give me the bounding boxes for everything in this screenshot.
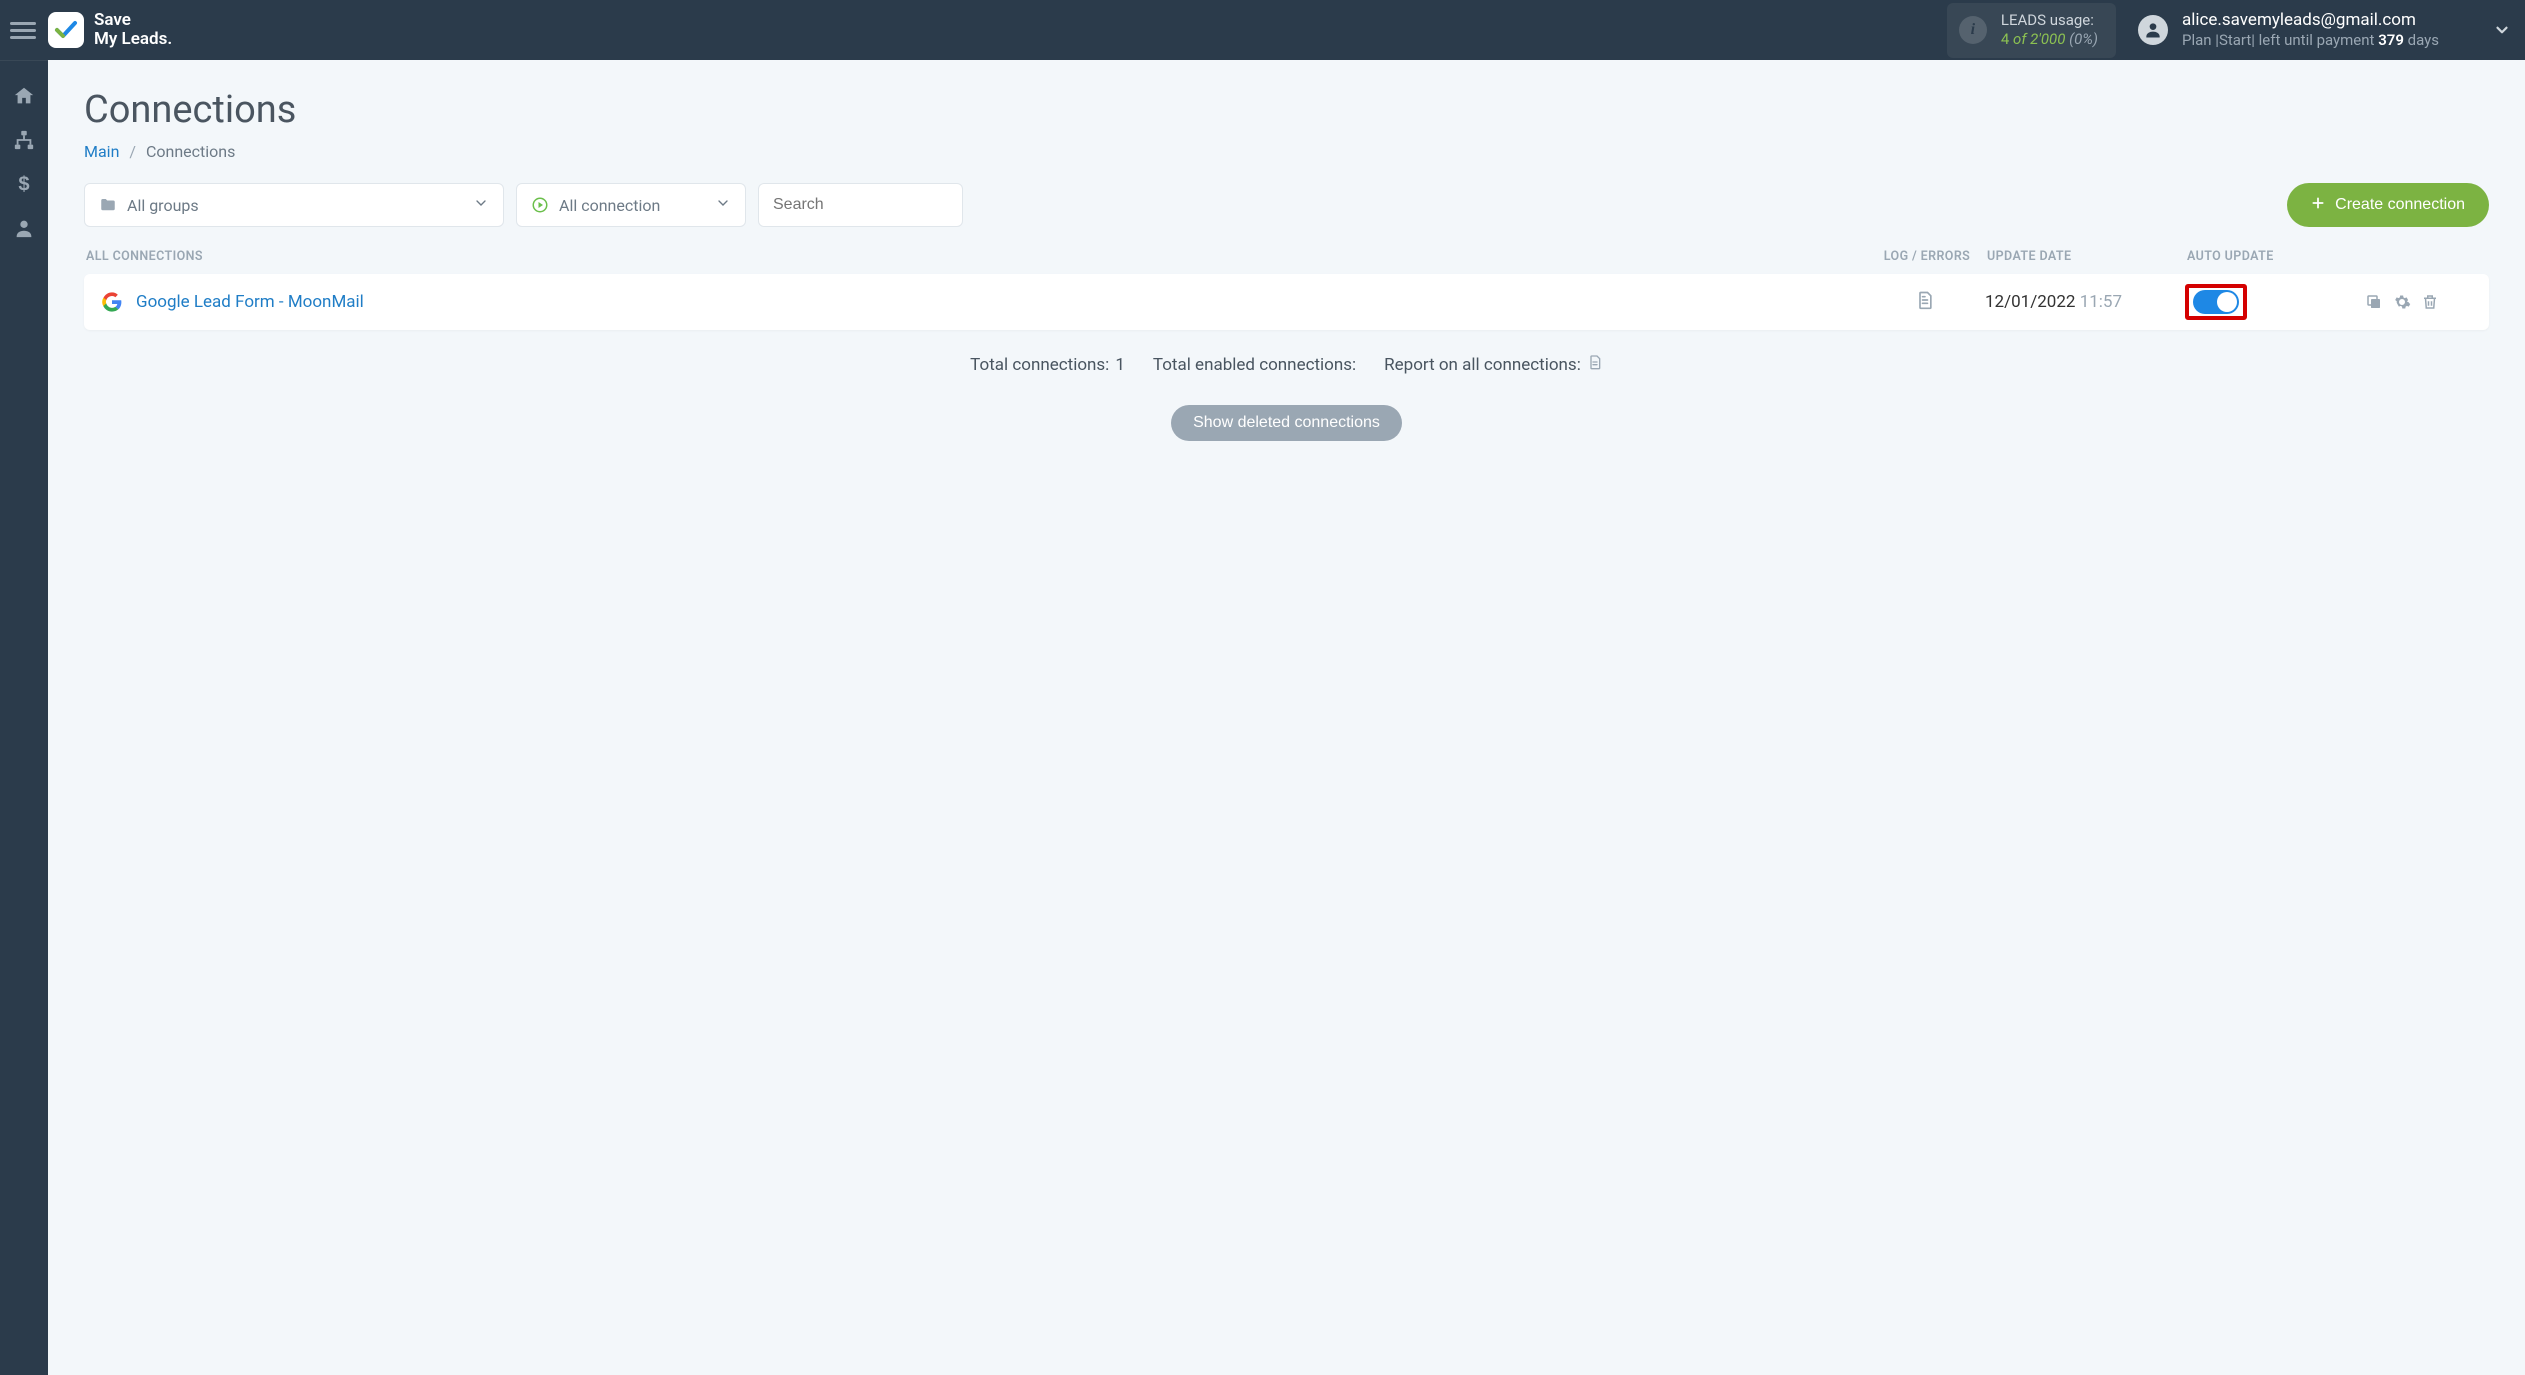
col-auto: AUTO UPDATE (2187, 249, 2367, 264)
connection-name-link[interactable]: Google Lead Form - MoonMail (136, 292, 364, 312)
brand-name: Save My Leads. (94, 11, 172, 48)
avatar-icon (2138, 15, 2168, 45)
nav-billing-icon[interactable]: $ (13, 173, 35, 195)
plus-icon (2311, 196, 2325, 215)
info-icon: i (1959, 16, 1987, 44)
sidebar: $ (0, 60, 48, 1375)
connection-name-cell: Google Lead Form - MoonMail (102, 292, 1865, 312)
groups-select[interactable]: All groups (84, 183, 504, 227)
chevron-down-icon (715, 195, 731, 215)
usage-used: 4 (2001, 30, 2009, 48)
row-actions (2365, 293, 2485, 311)
usage-text: LEADS usage: 4 of 2'000 (0%) (2001, 11, 2098, 50)
col-all: ALL CONNECTIONS (86, 249, 1867, 264)
plan-name: Start (2219, 31, 2251, 49)
nav-home-icon[interactable] (13, 85, 35, 107)
nav-connections-icon[interactable] (13, 129, 35, 151)
status-select[interactable]: All connection (516, 183, 746, 227)
usage-limit: 2'000 (2030, 30, 2065, 48)
usage-label: LEADS usage: (2001, 11, 2098, 31)
play-circle-icon (531, 196, 549, 214)
update-time: 11:57 (2080, 292, 2122, 312)
highlight-box (2185, 284, 2247, 320)
report-label: Report on all connections: (1384, 355, 1581, 375)
account-menu[interactable]: alice.savemyleads@gmail.com Plan |Start|… (2138, 9, 2511, 51)
summary-row: Total connections: 1 Total enabled conne… (84, 354, 2489, 375)
breadcrumb-main-link[interactable]: Main (84, 142, 119, 161)
menu-toggle-button[interactable] (10, 17, 36, 43)
usage-percent: (0%) (2069, 30, 2098, 48)
column-headers: ALL CONNECTIONS LOG / ERRORS UPDATE DATE… (84, 249, 2489, 274)
brand-line1: Save (94, 11, 172, 30)
total-connections-value: 1 (1115, 355, 1125, 375)
total-enabled-label: Total enabled connections: (1153, 355, 1356, 375)
report-icon[interactable] (1587, 354, 1603, 375)
create-connection-button[interactable]: Create connection (2287, 183, 2489, 227)
show-deleted-button[interactable]: Show deleted connections (1171, 405, 1402, 441)
svg-text:$: $ (18, 173, 29, 195)
status-select-label: All connection (559, 196, 660, 215)
log-icon[interactable] (1915, 290, 1935, 314)
groups-select-label: All groups (127, 196, 199, 215)
log-cell (1865, 290, 1985, 314)
folder-icon (99, 196, 117, 214)
chevron-down-icon[interactable] (2493, 21, 2511, 39)
plan-days: 379 (2378, 31, 2404, 49)
gear-icon[interactable] (2393, 293, 2411, 311)
nav-account-icon[interactable] (13, 217, 35, 239)
checkmark-icon (54, 18, 78, 42)
page-title: Connections (84, 88, 2489, 132)
breadcrumb: Main / Connections (84, 142, 2489, 161)
breadcrumb-current: Connections (146, 142, 235, 161)
plan-suffix-right: days (2408, 31, 2439, 49)
search-input[interactable] (773, 196, 948, 214)
brand-logo[interactable] (48, 12, 84, 48)
plan-prefix: Plan | (2182, 31, 2219, 49)
plan-suffix-left: | left until payment (2251, 31, 2374, 49)
usage-indicator[interactable]: i LEADS usage: 4 of 2'000 (0%) (1947, 3, 2116, 58)
filters-row: All groups All connection (84, 183, 2489, 227)
trash-icon[interactable] (2421, 293, 2439, 311)
main-content: Connections Main / Connections All group… (48, 60, 2525, 1375)
copy-icon[interactable] (2365, 293, 2383, 311)
google-icon (102, 292, 122, 312)
topbar: Save My Leads. i LEADS usage: 4 of 2'000… (0, 0, 2525, 60)
account-email: alice.savemyleads@gmail.com (2182, 9, 2439, 31)
account-text: alice.savemyleads@gmail.com Plan |Start|… (2182, 9, 2439, 51)
usage-of: of (2013, 30, 2026, 48)
breadcrumb-separator: / (129, 142, 136, 161)
update-date: 12/01/2022 (1985, 292, 2075, 312)
search-box[interactable] (758, 183, 963, 227)
total-connections-label: Total connections: (970, 355, 1109, 375)
auto-update-toggle[interactable] (2193, 290, 2239, 314)
update-date-cell: 12/01/2022 11:57 (1985, 292, 2185, 312)
brand-line2: My Leads. (94, 30, 172, 49)
connection-row: Google Lead Form - MoonMail 12/01/2022 1… (84, 274, 2489, 330)
auto-update-cell (2185, 284, 2365, 320)
col-update: UPDATE DATE (1987, 249, 2187, 264)
col-log: LOG / ERRORS (1867, 249, 1987, 264)
create-button-label: Create connection (2335, 196, 2465, 214)
chevron-down-icon (473, 195, 489, 215)
